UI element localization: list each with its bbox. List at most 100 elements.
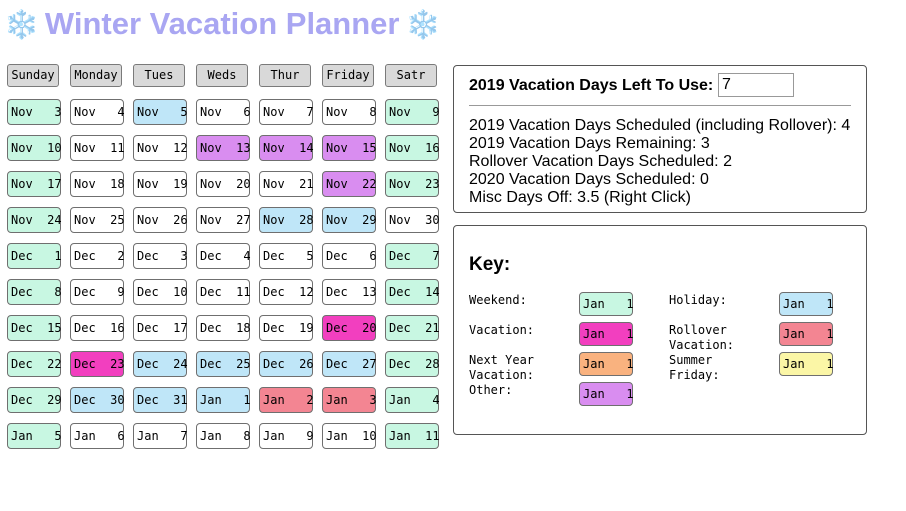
day-cell-nov-30[interactable]: Nov 30 bbox=[385, 207, 440, 233]
key-label-vacation: Vacation: bbox=[469, 323, 535, 337]
day-cell-nov-20[interactable]: Nov 20 bbox=[196, 171, 251, 197]
day-header-weds: Weds bbox=[196, 64, 248, 87]
day-header-satr: Satr bbox=[385, 64, 437, 87]
day-cell-jan-6[interactable]: Jan 6 bbox=[70, 423, 125, 449]
day-cell-dec-24[interactable]: Dec 24 bbox=[133, 351, 188, 377]
day-cell-nov-11[interactable]: Nov 11 bbox=[70, 135, 125, 161]
day-cell-dec-16[interactable]: Dec 16 bbox=[70, 315, 125, 341]
key-label-summer-friday: Summer Friday: bbox=[669, 353, 720, 382]
day-cell-dec-4[interactable]: Dec 4 bbox=[196, 243, 251, 269]
day-cell-dec-6[interactable]: Dec 6 bbox=[322, 243, 377, 269]
day-cell-nov-15[interactable]: Nov 15 bbox=[322, 135, 377, 161]
day-cell-dec-30[interactable]: Dec 30 bbox=[70, 387, 125, 413]
day-cell-dec-2[interactable]: Dec 2 bbox=[70, 243, 125, 269]
divider bbox=[469, 105, 851, 106]
day-cell-dec-11[interactable]: Dec 11 bbox=[196, 279, 251, 305]
day-cell-nov-14[interactable]: Nov 14 bbox=[259, 135, 314, 161]
day-cell-dec-18[interactable]: Dec 18 bbox=[196, 315, 251, 341]
day-cell-nov-4[interactable]: Nov 4 bbox=[70, 99, 125, 125]
day-cell-jan-2[interactable]: Jan 2 bbox=[259, 387, 314, 413]
key-swatch-other: Jan 1 bbox=[579, 382, 634, 406]
day-cell-nov-25[interactable]: Nov 25 bbox=[70, 207, 125, 233]
snowflake-icon: ❄️ bbox=[4, 9, 39, 40]
day-cell-nov-9[interactable]: Nov 9 bbox=[385, 99, 440, 125]
day-cell-jan-8[interactable]: Jan 8 bbox=[196, 423, 251, 449]
day-cell-dec-31[interactable]: Dec 31 bbox=[133, 387, 188, 413]
day-header-monday: Monday bbox=[70, 64, 122, 87]
day-cell-dec-13[interactable]: Dec 13 bbox=[322, 279, 377, 305]
day-cell-nov-17[interactable]: Nov 17 bbox=[7, 171, 62, 197]
day-cell-dec-3[interactable]: Dec 3 bbox=[133, 243, 188, 269]
day-cell-dec-15[interactable]: Dec 15 bbox=[7, 315, 62, 341]
stat-2019-scheduled: 2019 Vacation Days Scheduled (including … bbox=[469, 117, 851, 134]
day-cell-nov-13[interactable]: Nov 13 bbox=[196, 135, 251, 161]
day-cell-nov-19[interactable]: Nov 19 bbox=[133, 171, 188, 197]
day-cell-nov-24[interactable]: Nov 24 bbox=[7, 207, 62, 233]
day-cell-nov-18[interactable]: Nov 18 bbox=[70, 171, 125, 197]
day-cell-dec-12[interactable]: Dec 12 bbox=[259, 279, 314, 305]
day-cell-jan-1[interactable]: Jan 1 bbox=[196, 387, 251, 413]
day-cell-dec-19[interactable]: Dec 19 bbox=[259, 315, 314, 341]
day-header-sunday: Sunday bbox=[7, 64, 59, 87]
day-cell-nov-23[interactable]: Nov 23 bbox=[385, 171, 440, 197]
key-swatch-next-year: Jan 1 bbox=[579, 352, 634, 376]
days-left-input[interactable] bbox=[718, 73, 794, 97]
day-cell-dec-7[interactable]: Dec 7 bbox=[385, 243, 440, 269]
day-cell-jan-7[interactable]: Jan 7 bbox=[133, 423, 188, 449]
day-cell-nov-7[interactable]: Nov 7 bbox=[259, 99, 314, 125]
day-cell-nov-6[interactable]: Nov 6 bbox=[196, 99, 251, 125]
day-cell-dec-21[interactable]: Dec 21 bbox=[385, 315, 440, 341]
day-cell-dec-14[interactable]: Dec 14 bbox=[385, 279, 440, 305]
key-label-holiday: Holiday: bbox=[669, 293, 727, 307]
stat-rollover-scheduled: Rollover Vacation Days Scheduled: 2 bbox=[469, 153, 732, 170]
summary-panel: 2019 Vacation Days Left To Use: 2019 Vac… bbox=[453, 65, 867, 213]
key-swatch-rollover: Jan 1 bbox=[779, 322, 834, 346]
day-cell-dec-23[interactable]: Dec 23 bbox=[70, 351, 125, 377]
day-cell-jan-3[interactable]: Jan 3 bbox=[322, 387, 377, 413]
day-cell-dec-29[interactable]: Dec 29 bbox=[7, 387, 62, 413]
day-cell-nov-10[interactable]: Nov 10 bbox=[7, 135, 62, 161]
day-cell-dec-10[interactable]: Dec 10 bbox=[133, 279, 188, 305]
key-title: Key: bbox=[469, 254, 511, 275]
day-header-friday: Friday bbox=[322, 64, 374, 87]
stat-2020-scheduled: 2020 Vacation Days Scheduled: 0 bbox=[469, 171, 709, 188]
key-swatch-summer-friday: Jan 1 bbox=[779, 352, 834, 376]
day-cell-nov-26[interactable]: Nov 26 bbox=[133, 207, 188, 233]
day-cell-jan-4[interactable]: Jan 4 bbox=[385, 387, 440, 413]
day-cell-nov-8[interactable]: Nov 8 bbox=[322, 99, 377, 125]
day-cell-nov-21[interactable]: Nov 21 bbox=[259, 171, 314, 197]
day-cell-nov-12[interactable]: Nov 12 bbox=[133, 135, 188, 161]
day-cell-jan-11[interactable]: Jan 11 bbox=[385, 423, 440, 449]
day-cell-dec-8[interactable]: Dec 8 bbox=[7, 279, 62, 305]
day-header-thur: Thur bbox=[259, 64, 311, 87]
day-cell-dec-1[interactable]: Dec 1 bbox=[7, 243, 62, 269]
key-swatch-holiday: Jan 1 bbox=[779, 292, 834, 316]
day-cell-dec-9[interactable]: Dec 9 bbox=[70, 279, 125, 305]
day-cell-dec-28[interactable]: Dec 28 bbox=[385, 351, 440, 377]
day-cell-nov-16[interactable]: Nov 16 bbox=[385, 135, 440, 161]
day-cell-dec-27[interactable]: Dec 27 bbox=[322, 351, 377, 377]
day-cell-nov-5[interactable]: Nov 5 bbox=[133, 99, 188, 125]
day-cell-dec-25[interactable]: Dec 25 bbox=[196, 351, 251, 377]
day-cell-nov-29[interactable]: Nov 29 bbox=[322, 207, 377, 233]
key-swatch-weekend: Jan 1 bbox=[579, 292, 634, 316]
key-label-rollover: Rollover Vacation: bbox=[669, 323, 735, 352]
day-cell-nov-22[interactable]: Nov 22 bbox=[322, 171, 377, 197]
day-cell-dec-26[interactable]: Dec 26 bbox=[259, 351, 314, 377]
key-panel: Key: Weekend: Jan 1 Holiday: Jan 1 Vacat… bbox=[453, 225, 867, 435]
day-cell-dec-17[interactable]: Dec 17 bbox=[133, 315, 188, 341]
day-cell-dec-20[interactable]: Dec 20 bbox=[322, 315, 377, 341]
stat-misc-days-off: Misc Days Off: 3.5 (Right Click) bbox=[469, 189, 691, 206]
day-cell-nov-27[interactable]: Nov 27 bbox=[196, 207, 251, 233]
day-cell-nov-3[interactable]: Nov 3 bbox=[7, 99, 62, 125]
day-cell-jan-9[interactable]: Jan 9 bbox=[259, 423, 314, 449]
key-label-next-year: Next Year Vacation: bbox=[469, 353, 535, 382]
day-cell-dec-22[interactable]: Dec 22 bbox=[7, 351, 62, 377]
page-title-text: Winter Vacation Planner bbox=[44, 6, 400, 41]
day-header-tues: Tues bbox=[133, 64, 185, 87]
day-cell-jan-5[interactable]: Jan 5 bbox=[7, 423, 62, 449]
day-cell-jan-10[interactable]: Jan 10 bbox=[322, 423, 377, 449]
day-cell-nov-28[interactable]: Nov 28 bbox=[259, 207, 314, 233]
day-cell-dec-5[interactable]: Dec 5 bbox=[259, 243, 314, 269]
key-label-other: Other: bbox=[469, 383, 513, 397]
